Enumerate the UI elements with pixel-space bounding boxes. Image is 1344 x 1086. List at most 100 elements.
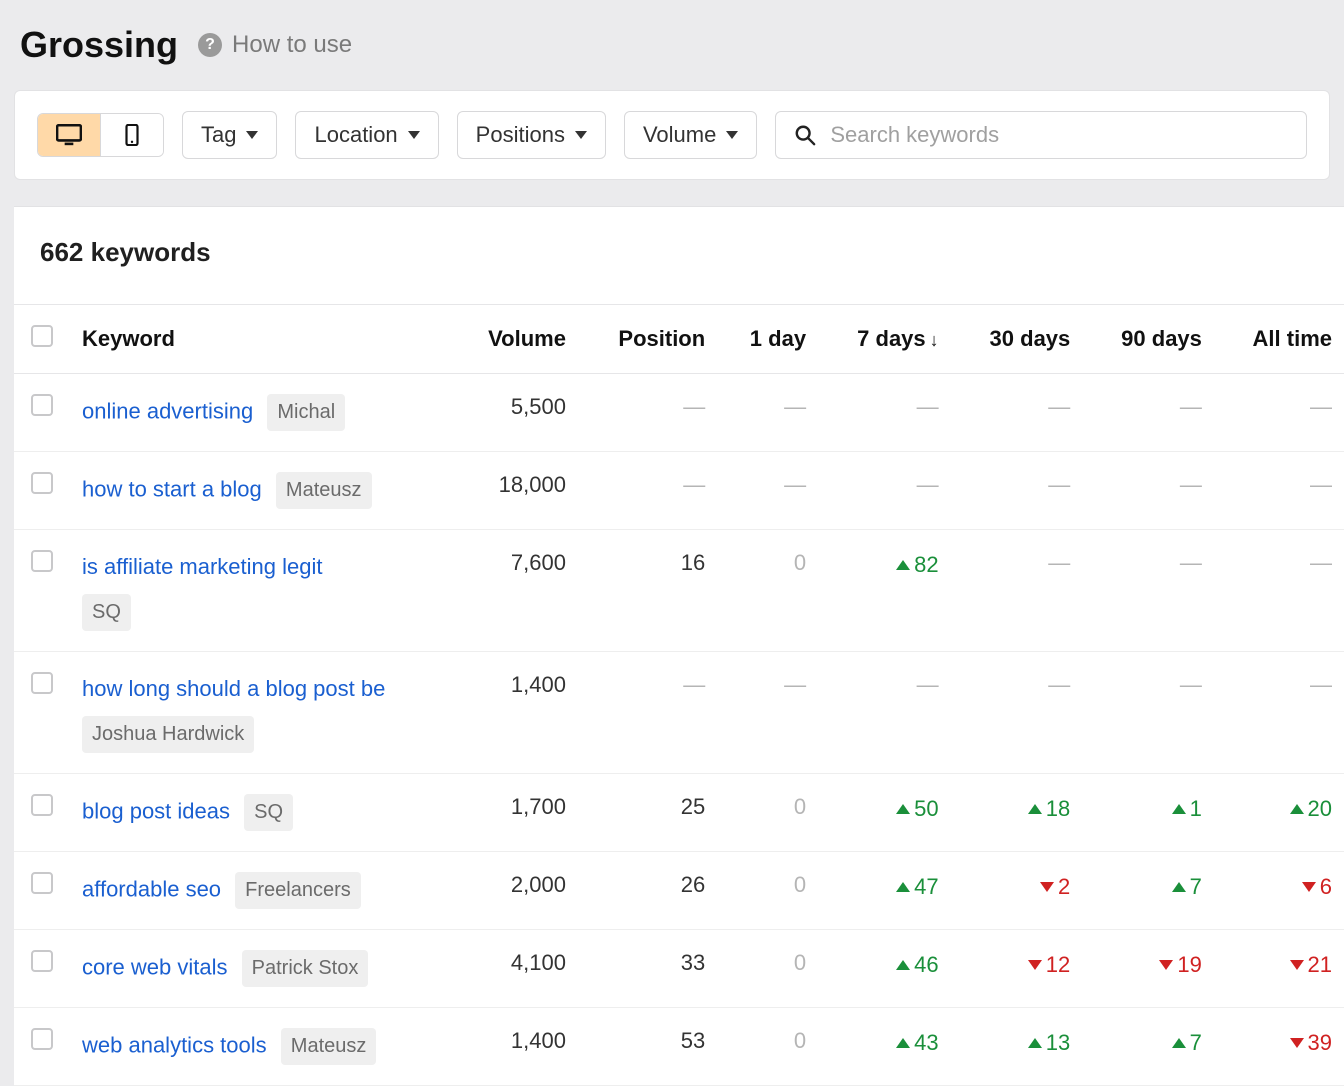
tag-filter[interactable]: Tag — [182, 111, 277, 159]
d1-cell: 0 — [717, 930, 818, 1008]
positions-filter[interactable]: Positions — [457, 111, 606, 159]
keyword-link[interactable]: web analytics tools — [82, 1033, 267, 1058]
all-cell: — — [1214, 452, 1344, 530]
search-input[interactable] — [830, 122, 1288, 148]
desktop-toggle[interactable] — [38, 114, 100, 156]
col-7days[interactable]: 7 days↓ — [818, 305, 951, 374]
caret-down-icon — [726, 131, 738, 139]
col-position[interactable]: Position — [578, 305, 717, 374]
d7-cell: — — [818, 374, 951, 452]
all-cell: 21 — [1214, 930, 1344, 1008]
table-row: how to start a blog Mateusz18,000—————— — [14, 452, 1344, 530]
row-checkbox[interactable] — [31, 472, 53, 494]
tag-badge[interactable]: SQ — [82, 594, 131, 631]
volume-cell: 7,600 — [450, 530, 578, 652]
positions-filter-label: Positions — [476, 122, 565, 148]
all-cell: — — [1214, 374, 1344, 452]
select-all-checkbox[interactable] — [31, 325, 53, 347]
d1-cell: 0 — [717, 1008, 818, 1086]
position-cell: 53 — [578, 1008, 717, 1086]
keyword-cell: how long should a blog post be Joshua Har… — [70, 652, 450, 774]
volume-filter-label: Volume — [643, 122, 716, 148]
mobile-toggle[interactable] — [100, 114, 163, 156]
row-checkbox[interactable] — [31, 672, 53, 694]
all-cell: — — [1214, 652, 1344, 774]
how-to-use-link[interactable]: ? How to use — [198, 31, 352, 59]
row-checkbox[interactable] — [31, 394, 53, 416]
col-30days[interactable]: 30 days — [951, 305, 1083, 374]
keyword-cell: is affiliate marketing legit SQ — [70, 530, 450, 652]
volume-cell: 18,000 — [450, 452, 578, 530]
d90-cell: — — [1082, 652, 1214, 774]
sort-down-icon: ↓ — [930, 330, 939, 350]
keyword-link[interactable]: core web vitals — [82, 955, 228, 980]
keyword-link[interactable]: how long should a blog post be — [82, 676, 385, 701]
volume-cell: 1,400 — [450, 1008, 578, 1086]
row-checkbox[interactable] — [31, 794, 53, 816]
d30-cell: — — [951, 652, 1083, 774]
col-volume[interactable]: Volume — [450, 305, 578, 374]
position-cell: 16 — [578, 530, 717, 652]
keyword-link[interactable]: how to start a blog — [82, 476, 262, 501]
row-checkbox[interactable] — [31, 1028, 53, 1050]
keywords-table-wrap: 662 keywords Keyword Volume Position 1 d… — [14, 206, 1344, 1086]
keyword-cell: how to start a blog Mateusz — [70, 452, 450, 530]
keyword-cell: online advertising Michal — [70, 374, 450, 452]
table-row: affordable seo Freelancers2,00026047276 — [14, 852, 1344, 930]
keyword-link[interactable]: blog post ideas — [82, 799, 230, 824]
all-cell: 39 — [1214, 1008, 1344, 1086]
col-1day[interactable]: 1 day — [717, 305, 818, 374]
volume-cell: 2,000 — [450, 852, 578, 930]
d1-cell: 0 — [717, 774, 818, 852]
d7-cell: 47 — [818, 852, 951, 930]
d30-cell: 2 — [951, 852, 1083, 930]
d30-cell: — — [951, 374, 1083, 452]
caret-down-icon — [246, 131, 258, 139]
col-keyword[interactable]: Keyword — [70, 305, 450, 374]
keyword-link[interactable]: online advertising — [82, 398, 253, 423]
d1-cell: — — [717, 374, 818, 452]
position-cell: 26 — [578, 852, 717, 930]
tag-badge[interactable]: Joshua Hardwick — [82, 716, 254, 753]
d1-cell: — — [717, 652, 818, 774]
caret-down-icon — [408, 131, 420, 139]
keyword-link[interactable]: affordable seo — [82, 877, 221, 902]
keyword-count: 662 keywords — [14, 207, 1344, 304]
keyword-cell: core web vitals Patrick Stox — [70, 930, 450, 1008]
col-90days[interactable]: 90 days — [1082, 305, 1214, 374]
d1-cell: 0 — [717, 530, 818, 652]
tag-badge[interactable]: Patrick Stox — [242, 950, 369, 987]
col-alltime[interactable]: All time — [1214, 305, 1344, 374]
location-filter-label: Location — [314, 122, 397, 148]
d30-cell: — — [951, 452, 1083, 530]
caret-down-icon — [575, 131, 587, 139]
search-icon — [794, 124, 816, 146]
row-checkbox[interactable] — [31, 550, 53, 572]
table-row: web analytics tools Mateusz1,40053043137… — [14, 1008, 1344, 1086]
volume-cell: 5,500 — [450, 374, 578, 452]
row-checkbox[interactable] — [31, 872, 53, 894]
desktop-icon — [56, 124, 82, 146]
tag-badge[interactable]: Michal — [267, 394, 345, 431]
tag-badge[interactable]: Mateusz — [276, 472, 372, 509]
table-row: core web vitals Patrick Stox4,1003304612… — [14, 930, 1344, 1008]
keyword-cell: affordable seo Freelancers — [70, 852, 450, 930]
mobile-icon — [119, 124, 145, 146]
location-filter[interactable]: Location — [295, 111, 438, 159]
d90-cell: 19 — [1082, 930, 1214, 1008]
row-checkbox[interactable] — [31, 950, 53, 972]
table-row: is affiliate marketing legitSQ7,60016082… — [14, 530, 1344, 652]
table-row: blog post ideas SQ1,7002505018120 — [14, 774, 1344, 852]
volume-cell: 4,100 — [450, 930, 578, 1008]
tag-badge[interactable]: Mateusz — [281, 1028, 377, 1065]
position-cell: — — [578, 452, 717, 530]
d30-cell: — — [951, 530, 1083, 652]
volume-filter[interactable]: Volume — [624, 111, 757, 159]
keyword-link[interactable]: is affiliate marketing legit — [82, 554, 323, 579]
keyword-cell: blog post ideas SQ — [70, 774, 450, 852]
device-toggle — [37, 113, 164, 157]
tag-badge[interactable]: SQ — [244, 794, 293, 831]
tag-badge[interactable]: Freelancers — [235, 872, 361, 909]
d7-cell: 46 — [818, 930, 951, 1008]
col-checkbox — [14, 305, 70, 374]
